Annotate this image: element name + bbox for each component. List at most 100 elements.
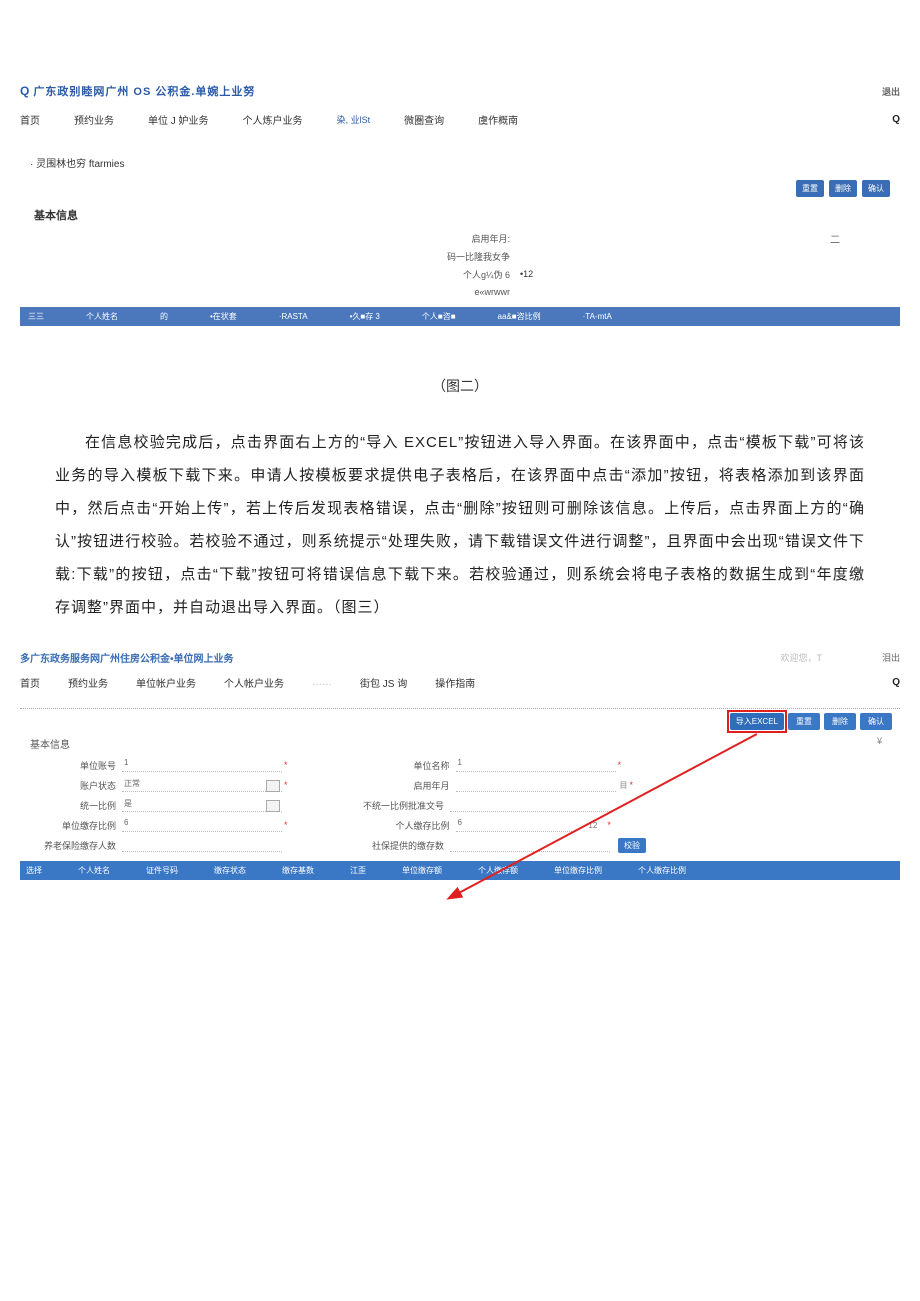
- logout-link[interactable]: 泪出: [882, 651, 900, 664]
- nav-guide[interactable]: 操作指南: [435, 675, 475, 690]
- section-heading: 基本信息: [34, 207, 900, 223]
- confirm-button[interactable]: 确认: [860, 713, 892, 730]
- label-account-status: 账户状态: [30, 779, 122, 792]
- logout-link[interactable]: 退出: [882, 85, 900, 98]
- body-paragraph: 在信息校验完成后，点击界面右上方的“导入 EXCEL”按钮进入导入界面。在该界面…: [55, 426, 865, 624]
- form-row: 单位账号 1* 单位名称 1*: [30, 755, 890, 775]
- import-excel-button[interactable]: 导入EXCEL: [730, 713, 784, 730]
- reset-button[interactable]: 重置: [796, 180, 824, 197]
- label-start-month: 启用年月: [348, 779, 456, 792]
- col-select: 选择: [26, 865, 42, 876]
- col: •在状套: [210, 311, 237, 322]
- nav-unit[interactable]: 单位 J 妒业务: [148, 112, 209, 127]
- col-personal-amount: 个人缴存额: [478, 865, 518, 876]
- chevron-down-icon: ∨: [272, 801, 277, 809]
- figure-1: Q 广东政别睦网广州 OS 公积金.单婉上业努 退出 首页 预约业务 单位 J …: [20, 80, 900, 326]
- table-header-bar: 选择 个人姓名 证件号码 缴存状态 缴存基数 江歪 单位缴存额 个人缴存额 单位…: [20, 861, 900, 880]
- welcome-text: 欢迎您，T: [780, 651, 822, 664]
- label-pension-count: 养老保险缴存人数: [30, 839, 122, 852]
- label-approval-no: 不统一比例批准文号: [342, 799, 450, 812]
- divider: [20, 708, 900, 709]
- breadcrumb-bullet: · 灵围林也穷 ftarmies: [30, 155, 900, 170]
- instruction-paragraph: 在信息校验完成后，点击界面右上方的“导入 EXCEL”按钮进入导入界面。在该界面…: [20, 426, 900, 624]
- nav-guide[interactable]: 虞作概南: [478, 112, 518, 127]
- col: 个人姓名: [86, 311, 118, 322]
- chevron-down-icon: ∨: [272, 781, 277, 789]
- col: 的: [160, 311, 168, 322]
- info-row: 启用年月: 二: [20, 229, 900, 247]
- nav-unit[interactable]: 单位帐户业务: [136, 675, 196, 690]
- col-unit-ratio: 单位缴存比例: [554, 865, 602, 876]
- nav-active[interactable]: 染, 业lSt: [337, 113, 371, 126]
- required-star-icon: *: [630, 780, 634, 790]
- label-unit-ratio: 单位缴存比例: [30, 819, 122, 832]
- label-unit-name: 单位名称: [348, 759, 456, 772]
- info-row: 个人g¼伪 6 •12: [20, 265, 900, 283]
- col-misc: 江歪: [350, 865, 366, 876]
- col-unit-amount: 单位缴存额: [402, 865, 442, 876]
- input-unit-name[interactable]: 1: [456, 758, 616, 772]
- input-social-count[interactable]: [450, 838, 610, 852]
- ratio-range: - 12: [584, 821, 598, 830]
- col-base: 缴存基数: [282, 865, 314, 876]
- col: 三三: [28, 311, 44, 322]
- col-id: 证件号码: [146, 865, 178, 876]
- nav-home[interactable]: 首页: [20, 675, 40, 690]
- col: •久■存 3: [350, 311, 380, 322]
- col: aa&■咨比例: [498, 311, 541, 322]
- section-heading-text: 基本信息: [30, 740, 70, 751]
- input-start-month[interactable]: [456, 778, 616, 792]
- search-icon[interactable]: Q: [892, 114, 900, 125]
- select-account-status[interactable]: 正常∨: [122, 778, 282, 792]
- confirm-button[interactable]: 确认: [862, 180, 890, 197]
- logo-q-icon: Q: [20, 84, 29, 98]
- required-star-icon: *: [618, 760, 622, 770]
- required-star-icon: *: [284, 760, 288, 770]
- nav-query[interactable]: 街包 JS 询: [360, 675, 407, 690]
- delete-button[interactable]: 删除: [829, 180, 857, 197]
- main-nav: 首页 预约业务 单位帐户业务 个人帐户业务 …… 街包 JS 询 操作指南 Q: [20, 665, 900, 700]
- action-button-row: 重置 删除 确认: [20, 180, 890, 197]
- input-unit-account[interactable]: 1: [122, 758, 282, 772]
- nav-reservation[interactable]: 预约业务: [68, 675, 108, 690]
- app-title: 广东政务服务网广州住房公积金•单位网上业务: [30, 650, 234, 665]
- validate-button[interactable]: 校验: [618, 838, 646, 853]
- yen-icon: ¥: [877, 736, 882, 746]
- nav-personal[interactable]: 个人帐户业务: [224, 675, 284, 690]
- select-unified-ratio[interactable]: 是∨: [122, 798, 282, 812]
- input-unit-ratio[interactable]: 6: [122, 818, 282, 832]
- nav-home[interactable]: 首页: [20, 112, 40, 127]
- col: ·RASTA: [279, 312, 308, 321]
- nav-reservation[interactable]: 预约业务: [74, 112, 114, 127]
- form-row: 账户状态 正常∨* 启用年月 目*: [30, 775, 890, 795]
- col: ·TA-mtA: [583, 312, 612, 321]
- delete-button[interactable]: 删除: [824, 713, 856, 730]
- main-nav: 首页 预约业务 单位 J 妒业务 个人炼户业务 染, 业lSt 微圏查询 虞作概…: [20, 102, 900, 137]
- info-row: 码一比隆我女争: [20, 247, 900, 265]
- calendar-icon[interactable]: 目: [620, 780, 628, 791]
- select-value: 是: [124, 799, 132, 808]
- table-empty-body: [20, 880, 900, 920]
- required-star-icon: *: [607, 820, 611, 830]
- figure-caption-2: （图二）: [20, 376, 900, 396]
- nav-more[interactable]: ……: [312, 677, 332, 688]
- reset-button[interactable]: 重置: [788, 713, 820, 730]
- input-pension-count[interactable]: [122, 838, 282, 852]
- search-icon[interactable]: Q: [892, 677, 900, 688]
- label-personal-ratio: 个人缴存比例: [348, 819, 456, 832]
- info-label: e«wrwwr: [20, 287, 520, 297]
- nav-personal[interactable]: 个人炼户业务: [243, 112, 303, 127]
- col-personal-ratio: 个人缴存比例: [638, 865, 686, 876]
- basic-info-form: 单位账号 1* 单位名称 1* 账户状态 正常∨* 启用年月 目* 统一比例 是…: [20, 755, 900, 855]
- info-block: 启用年月: 二 码一比隆我女争 个人g¼伪 6 •12 e«wrwwr: [20, 229, 900, 301]
- info-label: 个人g¼伪 6: [20, 268, 520, 281]
- app-header: Q 广东政别睦网广州 OS 公积金.单婉上业努 退出: [20, 80, 900, 102]
- section-heading: 基本信息 ¥: [30, 736, 900, 751]
- label-social-count: 社保提供的缴存数: [342, 839, 450, 852]
- nav-query[interactable]: 微圏查询: [404, 112, 444, 127]
- figure-3: 多 广东政务服务网广州住房公积金•单位网上业务 欢迎您，T 泪出 首页 预约业务…: [20, 650, 900, 920]
- col: 个人■咨■: [422, 311, 456, 322]
- required-star-icon: *: [284, 820, 288, 830]
- input-personal-ratio[interactable]: 6: [456, 818, 576, 832]
- input-approval-no[interactable]: [450, 798, 610, 812]
